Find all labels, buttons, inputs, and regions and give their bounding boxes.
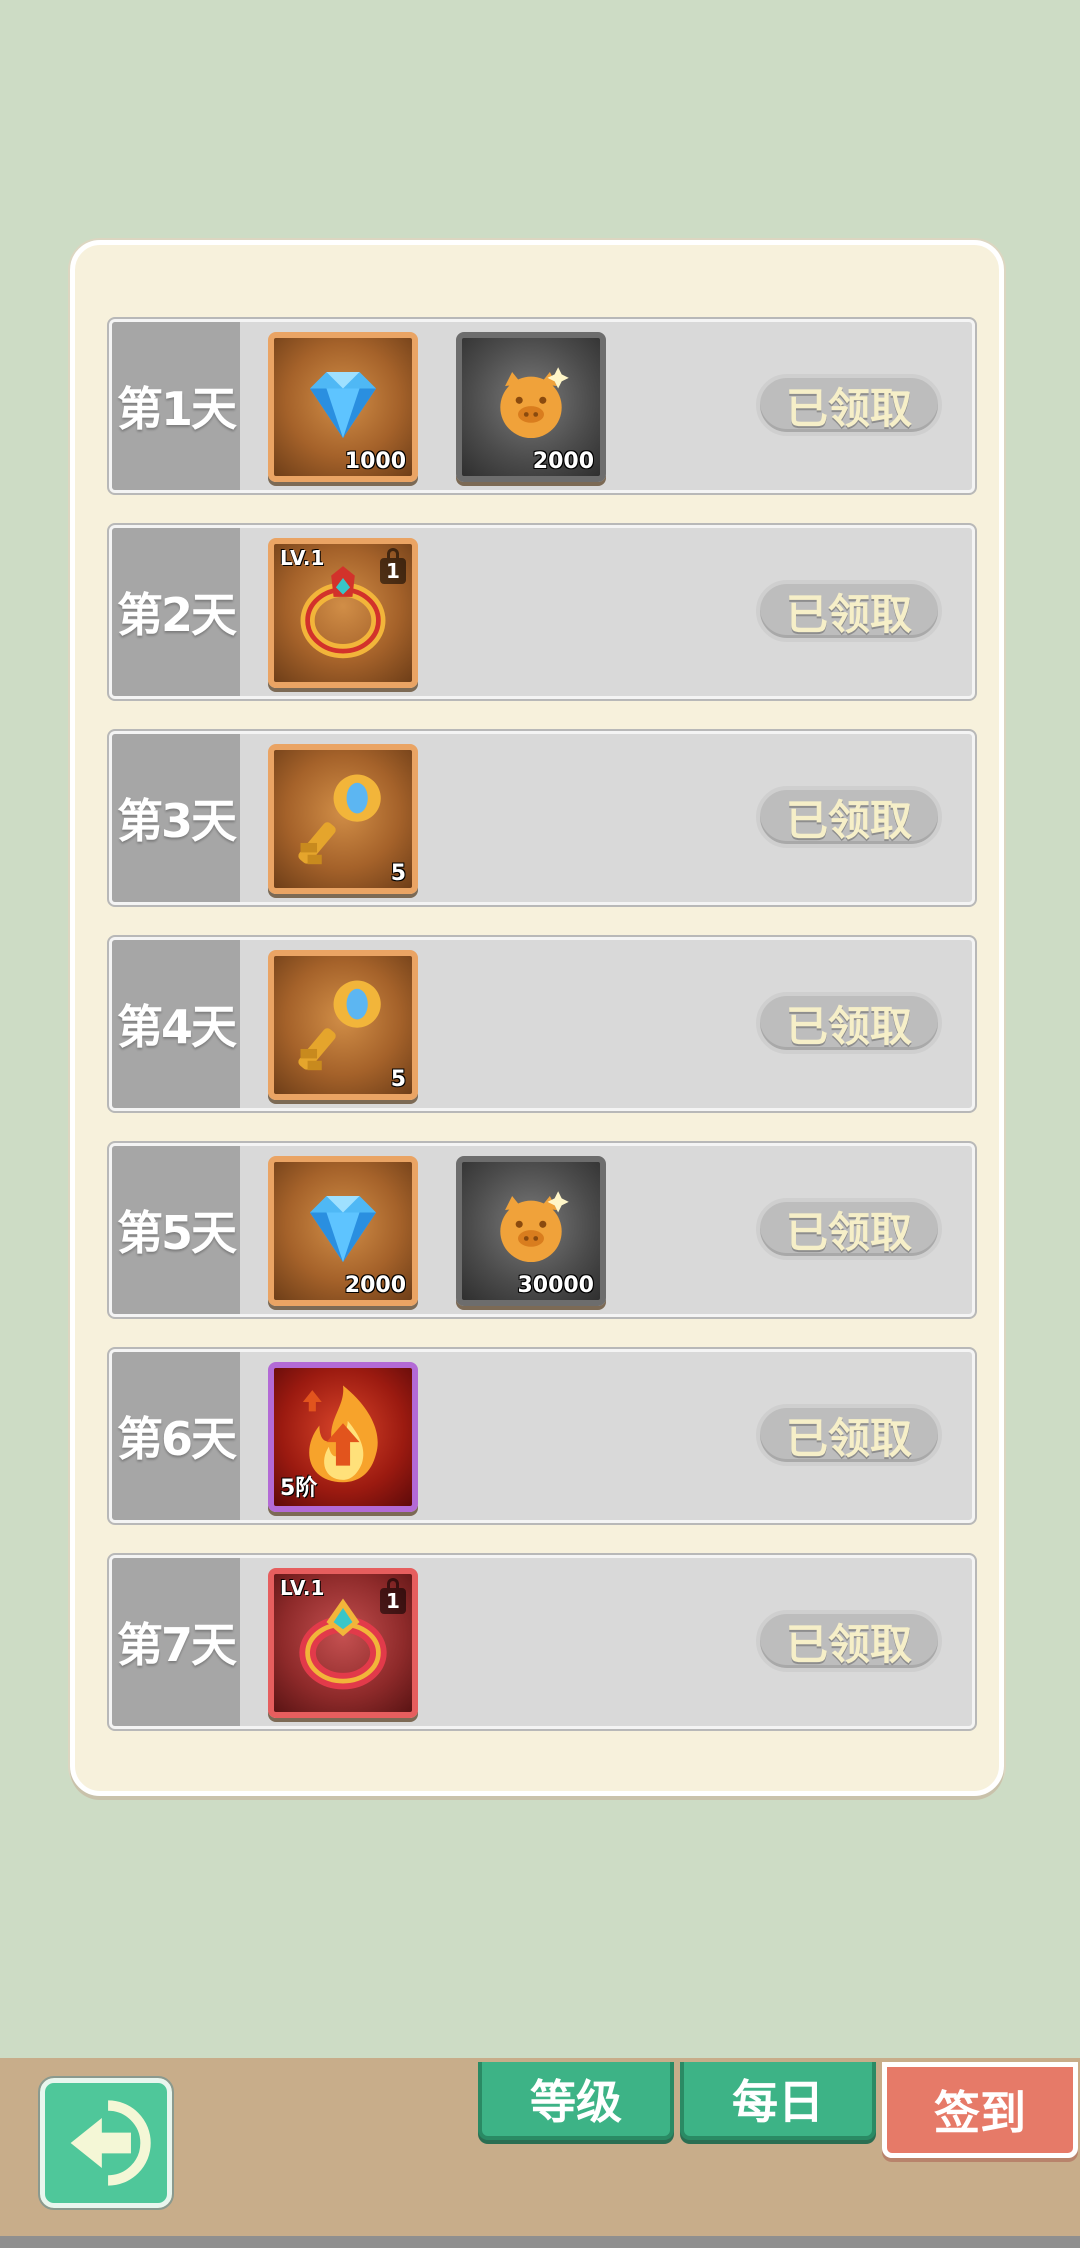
bottom-strip <box>0 2236 1080 2248</box>
reward-diamond[interactable]: 1000 <box>268 332 418 482</box>
reward-ring[interactable]: LV.1 1 <box>268 1568 418 1718</box>
reward-diamond[interactable]: 2000 <box>268 1156 418 1306</box>
day-label: 第4天 <box>112 940 240 1108</box>
day-row-4: 第4天 5 已领取 <box>107 935 977 1113</box>
pig-coin-icon <box>500 1191 569 1263</box>
claimed-button[interactable]: 已领取 <box>756 1198 942 1260</box>
lock-icon: 1 <box>380 548 406 584</box>
day-row-5: 第5天 2000 30000 已领取 <box>107 1141 977 1319</box>
item-tier: 5阶 <box>280 1476 318 1501</box>
reward-qty: 1000 <box>344 449 406 474</box>
reward-qty: 2000 <box>344 1273 406 1298</box>
claimed-button[interactable]: 已领取 <box>756 992 942 1054</box>
day-row-1: 第1天 1000 2000 已领取 <box>107 317 977 495</box>
day-label: 第1天 <box>112 322 240 490</box>
reward-coin[interactable]: 30000 <box>456 1156 606 1306</box>
day-label: 第7天 <box>112 1558 240 1726</box>
gold-key-icon <box>298 980 381 1071</box>
diamond-icon <box>309 1195 377 1263</box>
claimed-button[interactable]: 已领取 <box>756 1404 942 1466</box>
reward-coin[interactable]: 2000 <box>456 332 606 482</box>
signin-panel: 第1天 1000 2000 已领取 第2天 LV.1 1 已领取 第3天 5 已… <box>70 240 1004 1796</box>
arrow-left-icon <box>70 2100 151 2186</box>
diamond-icon <box>309 371 377 439</box>
reward-ring[interactable]: LV.1 1 <box>268 538 418 688</box>
item-level: LV.1 <box>280 1576 325 1600</box>
day-row-3: 第3天 5 已领取 <box>107 729 977 907</box>
reward-qty: 5 <box>390 1067 406 1092</box>
tab-signin[interactable]: 签到 <box>882 2062 1078 2158</box>
reward-qty: 2000 <box>532 449 594 474</box>
reward-qty: 30000 <box>517 1273 594 1298</box>
day-row-7: 第7天 LV.1 1 已领取 <box>107 1553 977 1731</box>
day-row-6: 第6天 5阶 已领取 <box>107 1347 977 1525</box>
tab-daily[interactable]: 每日 <box>680 2062 876 2140</box>
reward-fire-upgrade[interactable]: 5阶 <box>268 1362 418 1512</box>
claimed-button[interactable]: 已领取 <box>756 580 942 642</box>
claimed-button[interactable]: 已领取 <box>756 1610 942 1672</box>
back-button[interactable] <box>38 2076 174 2210</box>
pig-coin-icon <box>500 367 569 439</box>
reward-key[interactable]: 5 <box>268 950 418 1100</box>
day-label: 第2天 <box>112 528 240 696</box>
gold-key-icon <box>298 774 381 865</box>
reward-key[interactable]: 5 <box>268 744 418 894</box>
day-label: 第6天 <box>112 1352 240 1520</box>
claimed-button[interactable]: 已领取 <box>756 786 942 848</box>
day-row-2: 第2天 LV.1 1 已领取 <box>107 523 977 701</box>
lock-icon: 1 <box>380 1578 406 1614</box>
reward-qty: 5 <box>390 861 406 886</box>
item-level: LV.1 <box>280 546 325 570</box>
claimed-button[interactable]: 已领取 <box>756 374 942 436</box>
tab-level[interactable]: 等级 <box>478 2062 674 2140</box>
day-label: 第5天 <box>112 1146 240 1314</box>
day-label: 第3天 <box>112 734 240 902</box>
